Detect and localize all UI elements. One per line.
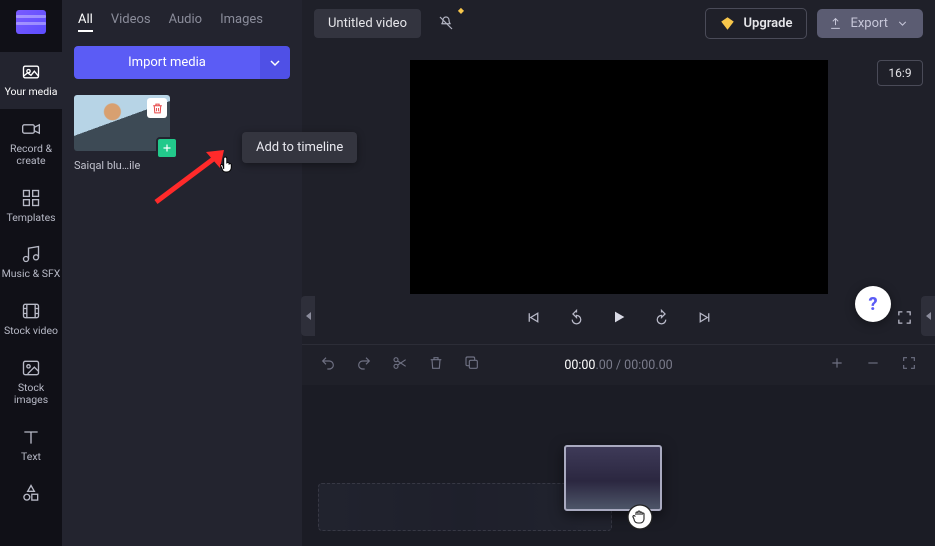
add-to-timeline-button[interactable]	[156, 137, 178, 159]
forward-button[interactable]	[653, 309, 670, 330]
zoom-in-button[interactable]	[829, 355, 845, 375]
collapse-right-panel[interactable]	[921, 296, 935, 336]
time-total-frac: .00	[655, 358, 672, 373]
aspect-ratio-button[interactable]: 16:9	[877, 60, 923, 86]
import-media-button[interactable]: Import media	[74, 46, 260, 79]
rail-music-sfx[interactable]: Music & SFX	[0, 234, 62, 291]
silence-toggle[interactable]: ◆	[431, 8, 461, 38]
tab-audio[interactable]: Audio	[169, 12, 202, 32]
skip-end-button[interactable]	[696, 309, 713, 330]
main-area: Untitled video ◆ Upgrade Export 16:9	[302, 0, 935, 546]
play-button[interactable]	[611, 309, 627, 329]
timeline-tracks[interactable]	[302, 385, 935, 546]
play-icon	[611, 309, 627, 325]
rail-record-create[interactable]: Record & create	[0, 109, 62, 178]
tab-images[interactable]: Images	[220, 12, 263, 32]
undo-icon	[320, 355, 336, 371]
help-label: ?	[868, 294, 877, 315]
rail-more[interactable]	[0, 473, 62, 517]
rail-text[interactable]: Text	[0, 417, 62, 474]
split-button[interactable]	[392, 355, 408, 375]
dragging-clip[interactable]	[564, 445, 662, 511]
rail-stock-images[interactable]: Stock images	[0, 348, 62, 417]
film-icon	[21, 301, 41, 321]
help-button[interactable]: ?	[855, 286, 891, 322]
skip-back-icon	[525, 309, 542, 326]
zoom-out-button[interactable]	[865, 355, 881, 375]
duplicate-button[interactable]	[464, 355, 480, 375]
skip-forward-icon	[696, 309, 713, 326]
plus-icon	[829, 355, 845, 371]
video-preview[interactable]	[410, 60, 828, 294]
chevron-down-icon	[270, 58, 280, 68]
forward-icon	[653, 309, 670, 326]
copy-icon	[464, 355, 480, 371]
clip-label: Saiqal blu…ile	[74, 159, 170, 172]
rail-item-label: Stock images	[0, 382, 62, 407]
tab-all[interactable]: All	[78, 12, 93, 32]
preview-area: 16:9	[302, 46, 935, 344]
undo-button[interactable]	[320, 355, 336, 375]
app-logo	[16, 10, 46, 34]
upload-icon	[829, 17, 842, 30]
rail-stock-video[interactable]: Stock video	[0, 291, 62, 348]
plus-icon	[161, 142, 173, 154]
rewind-icon	[568, 309, 585, 326]
music-icon	[21, 244, 41, 264]
time-current-frac: .00	[595, 358, 612, 373]
text-icon	[21, 427, 41, 447]
grid-icon	[21, 188, 41, 208]
delete-button[interactable]	[428, 355, 444, 375]
rail-your-media[interactable]: Your media	[0, 52, 62, 109]
rail-item-label: Your media	[5, 86, 58, 99]
fit-icon	[901, 355, 917, 371]
rail-item-label: Stock video	[4, 325, 58, 338]
media-tabs: All Videos Audio Images	[62, 0, 302, 42]
media-icon	[21, 62, 41, 82]
timeline-panel: 00:00.00 / 00:00.00	[302, 344, 935, 546]
skip-start-button[interactable]	[525, 309, 542, 330]
camera-icon	[21, 119, 41, 139]
timeline-timecode: 00:00.00 / 00:00.00	[564, 358, 672, 373]
timeline-toolbar: 00:00.00 / 00:00.00	[302, 345, 935, 385]
export-button[interactable]: Export	[817, 9, 923, 38]
clip-thumbnail[interactable]	[74, 95, 170, 151]
upgrade-label: Upgrade	[743, 16, 792, 31]
rail-item-label: Music & SFX	[2, 268, 61, 281]
chevron-down-icon	[896, 17, 909, 30]
bell-off-icon	[437, 14, 455, 32]
time-current: 00:00	[564, 358, 595, 373]
playback-controls	[302, 294, 935, 344]
rail-item-label: Record & create	[0, 143, 62, 168]
collapse-media-panel[interactable]	[301, 296, 315, 336]
project-title[interactable]: Untitled video	[314, 9, 421, 38]
rail-templates[interactable]: Templates	[0, 178, 62, 235]
rail-item-label: Templates	[6, 212, 55, 225]
diamond-icon	[720, 16, 735, 31]
redo-button[interactable]	[356, 355, 372, 375]
image-icon	[21, 358, 41, 378]
shapes-icon	[21, 483, 41, 503]
export-label: Export	[850, 16, 888, 31]
import-media-dropdown[interactable]	[260, 46, 290, 79]
rewind-button[interactable]	[568, 309, 585, 330]
fullscreen-button[interactable]	[896, 309, 913, 330]
rail-item-label: Text	[21, 451, 41, 464]
premium-badge-icon: ◆	[458, 6, 464, 15]
scissors-icon	[392, 355, 408, 371]
upgrade-button[interactable]: Upgrade	[705, 8, 807, 39]
minus-icon	[865, 355, 881, 371]
media-clip[interactable]: Saiqal blu…ile	[74, 95, 170, 172]
left-rail: Your media Record & create Templates Mus…	[0, 0, 62, 546]
media-panel: All Videos Audio Images Import media	[62, 0, 302, 546]
topbar: Untitled video ◆ Upgrade Export	[302, 0, 935, 46]
redo-icon	[356, 355, 372, 371]
fit-button[interactable]	[901, 355, 917, 375]
delete-clip-button[interactable]	[147, 98, 167, 118]
tab-videos[interactable]: Videos	[111, 12, 151, 32]
time-total: 00:00	[624, 358, 655, 373]
trash-icon	[428, 355, 444, 371]
fullscreen-icon	[896, 309, 913, 326]
trash-icon	[151, 102, 164, 115]
